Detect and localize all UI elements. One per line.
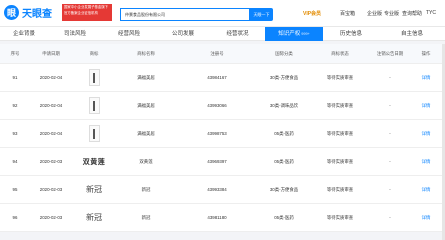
row-cancel: - xyxy=(389,131,391,136)
row-name: 满福美居 xyxy=(137,130,155,136)
trademark-glyph-icon xyxy=(88,69,100,86)
row-cancel: - xyxy=(389,215,391,220)
col-mark: 商标 xyxy=(89,50,99,56)
table-row: 93 2020-02-04 满福美居 43998753 05类-医药 等待实质审… xyxy=(0,120,445,148)
enterprise-link[interactable]: 企业版 xyxy=(367,10,382,17)
row-cancel: - xyxy=(389,75,391,80)
trademark-image[interactable] xyxy=(74,92,114,119)
table-row: 91 2020-02-04 满福美居 43984167 30类-方便食品 等待实… xyxy=(0,64,445,92)
row-name: 满福美居 xyxy=(137,74,155,80)
pro-link[interactable]: 专业版 xyxy=(384,10,399,17)
tab-development[interactable]: 公司发展 xyxy=(156,27,210,41)
detail-link[interactable]: 详情 xyxy=(412,120,440,147)
row-index: 95 xyxy=(12,187,18,192)
section-tabs: 企业背景 司法风险 经营风险 公司发展 经营状况 知识产权999+ 历史信息 自… xyxy=(0,27,445,41)
trademark-image[interactable]: 新冠 xyxy=(74,204,114,231)
eye-logo-icon: 眼 xyxy=(4,5,19,20)
search-button[interactable]: 天眼一下 xyxy=(250,8,273,21)
detail-link[interactable]: 详情 xyxy=(412,148,440,175)
row-status: 等待实质审查 xyxy=(326,74,354,80)
row-reg: 43969397 xyxy=(207,159,227,164)
trademark-image[interactable] xyxy=(74,120,114,147)
row-class: 30类-调味品饮 xyxy=(269,102,299,108)
row-index: 93 xyxy=(12,131,18,136)
row-reg: 43998753 xyxy=(207,131,227,136)
row-status: 等待实质审查 xyxy=(326,130,354,136)
col-date: 申请日期 xyxy=(42,50,60,56)
row-status: 等待实质审查 xyxy=(326,186,354,192)
table-header: 序号 申请日期 商标 商标名称 注册号 国际分类 商标状态 注销公告日期 操作 xyxy=(0,44,445,64)
table-row: 95 2020-02-03 新冠 新冠 43993384 30类-方便食品 等待… xyxy=(0,176,445,204)
row-date: 2020-02-03 xyxy=(39,159,63,164)
row-index: 96 xyxy=(12,215,18,220)
logo[interactable]: 眼 天眼查 xyxy=(4,5,52,20)
user-menu[interactable]: TYC xyxy=(426,10,436,16)
row-name: 满福美居 xyxy=(137,102,155,108)
brand-name: 天眼查 xyxy=(22,9,52,20)
row-class: 30类-方便食品 xyxy=(269,74,299,80)
col-name: 商标名称 xyxy=(137,50,155,56)
row-class: 05类-医药 xyxy=(274,158,294,164)
tab-intellectual-property[interactable]: 知识产权999+ xyxy=(265,27,323,41)
trademark-glyph-icon xyxy=(88,97,100,114)
row-reg: 43981180 xyxy=(207,215,227,220)
promo-banner[interactable]: 国家中小企业发展子基金旗下官方备案企业征信机构 xyxy=(62,4,112,21)
row-name: 双黄莲 xyxy=(139,158,153,164)
search-input[interactable]: 仲景食品股份有限公司 xyxy=(120,8,250,21)
col-index: 序号 xyxy=(10,50,20,56)
row-reg: 43993066 xyxy=(207,103,227,108)
row-date: 2020-02-04 xyxy=(39,75,63,80)
row-date: 2020-02-04 xyxy=(39,131,63,136)
col-status: 商标状态 xyxy=(331,50,349,56)
row-status: 等待实质审查 xyxy=(326,214,354,220)
tab-legal-risk[interactable]: 司法风险 xyxy=(48,27,102,41)
vip-link[interactable]: VIP会员 xyxy=(303,10,321,17)
row-date: 2020-02-04 xyxy=(39,103,63,108)
detail-link[interactable]: 详情 xyxy=(412,64,440,91)
row-cancel: - xyxy=(389,103,391,108)
row-reg: 43993384 xyxy=(207,187,227,192)
trademark-table: 序号 申请日期 商标 商标名称 注册号 国际分类 商标状态 注销公告日期 操作 … xyxy=(0,44,445,232)
tab-self-info[interactable]: 自主信息 xyxy=(379,27,445,41)
row-cancel: - xyxy=(389,187,391,192)
row-status: 等待实质审查 xyxy=(326,158,354,164)
tab-operating-status[interactable]: 经营状况 xyxy=(210,27,265,41)
row-index: 91 xyxy=(12,75,18,80)
trademark-image[interactable] xyxy=(74,64,114,91)
row-index: 92 xyxy=(12,103,18,108)
row-reg: 43984167 xyxy=(207,75,227,80)
detail-link[interactable]: 详情 xyxy=(412,92,440,119)
row-status: 等待实质审查 xyxy=(326,102,354,108)
table-row: 92 2020-02-04 满福美居 43993066 30类-调味品饮 等待实… xyxy=(0,92,445,120)
col-action: 操作 xyxy=(421,50,431,56)
tab-operating-risk[interactable]: 经营风险 xyxy=(102,27,156,41)
col-class: 国际分类 xyxy=(275,50,293,56)
toolbox-link[interactable]: 百宝箱 xyxy=(340,10,355,17)
row-index: 94 xyxy=(12,159,18,164)
table-row: 96 2020-02-03 新冠 新冠 43981180 05类-医药 等待实质… xyxy=(0,204,445,232)
row-class: 05类-医药 xyxy=(274,214,294,220)
trademark-image[interactable]: 双黄莲 xyxy=(74,148,114,175)
row-class: 30类-方便食品 xyxy=(269,186,299,192)
trademark-glyph-icon xyxy=(88,125,100,142)
tab-history[interactable]: 历史信息 xyxy=(323,27,379,41)
row-name: 新冠 xyxy=(141,186,151,192)
detail-link[interactable]: 详情 xyxy=(412,204,440,231)
detail-link[interactable]: 详情 xyxy=(412,176,440,203)
col-reg: 注册号 xyxy=(210,50,224,56)
table-row: 94 2020-02-03 双黄莲 双黄莲 43969397 05类-医药 等待… xyxy=(0,148,445,176)
row-date: 2020-02-03 xyxy=(39,215,63,220)
row-date: 2020-02-03 xyxy=(39,187,63,192)
top-bar: 眼 天眼查 国家中小企业发展子基金旗下官方备案企业征信机构 仲景食品股份有限公司… xyxy=(0,0,445,27)
col-cancel: 注销公告日期 xyxy=(376,50,404,56)
row-class: 05类-医药 xyxy=(274,130,294,136)
help-link[interactable]: 查询帮助 xyxy=(402,10,422,17)
tab-background[interactable]: 企业背景 xyxy=(0,27,48,41)
row-name: 新冠 xyxy=(141,214,151,220)
trademark-image[interactable]: 新冠 xyxy=(74,176,114,203)
row-cancel: - xyxy=(389,159,391,164)
